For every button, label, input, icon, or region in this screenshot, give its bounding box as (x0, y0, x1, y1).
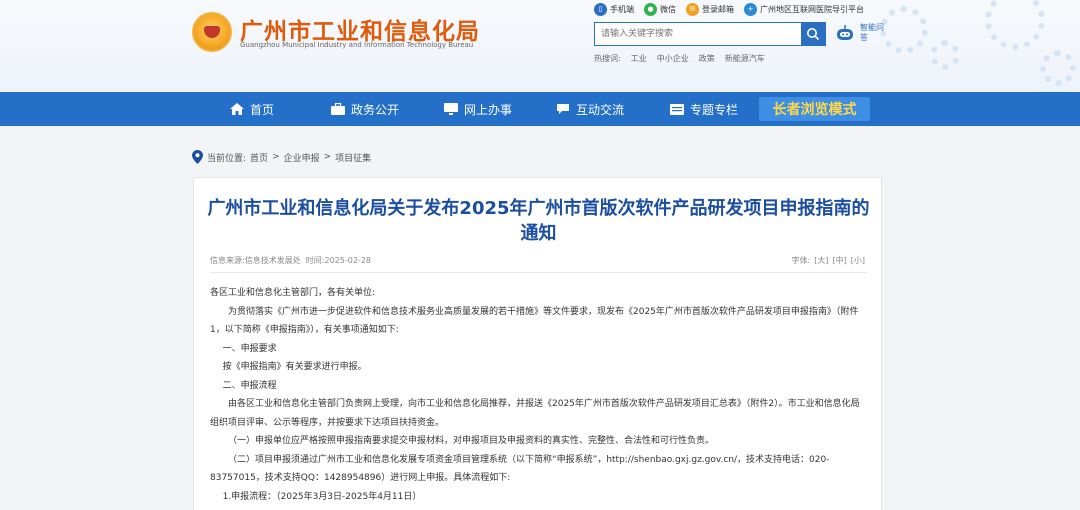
top-links: ▯ 手机端 ● 微信 ✉ 登录邮箱 + 广州地区互联网医院导引平台 (594, 0, 864, 18)
nav-gov-affairs[interactable]: 政务公开 (331, 92, 399, 126)
nav-interaction[interactable]: 互动交流 (556, 92, 624, 126)
hot-word[interactable]: 中小企业 (657, 53, 689, 64)
nav-home[interactable]: 首页 (230, 92, 274, 126)
section-heading: 一、申报要求 (222, 343, 277, 354)
article-meta: 信息来源:信息技术发展处 时间:2025-02-28 (210, 256, 372, 265)
divider (210, 272, 867, 273)
paragraph: （二）项目申报须通过广州市工业和信息化发展专项资金项目管理系统（以下简称“申报系… (210, 454, 830, 484)
paragraph: 各区工业和信息化主管部门，各有关单位: (210, 288, 376, 298)
gear-decoration (880, 6, 928, 54)
nav-online-service[interactable]: 网上办事 (444, 92, 512, 126)
breadcrumb-project-call[interactable]: 项目征集 (335, 151, 371, 164)
paragraph: 1.申报流程：（2025年3月3日-2025年4月11日） (222, 491, 422, 502)
gear-decoration (930, 40, 960, 70)
smart-qa-label[interactable]: 智能问答 (860, 23, 884, 43)
mobile-link[interactable]: ▯ 手机端 (594, 2, 634, 16)
site-header: 广州市工业和信息化局 Guangzhou Municipal Industry … (0, 0, 1080, 92)
hot-word[interactable]: 工业 (631, 53, 647, 64)
search-box (594, 22, 826, 46)
paragraph: 按《申报指南》有关要求进行申报。 (222, 362, 367, 372)
location-pin-icon (192, 150, 203, 164)
wechat-link[interactable]: ● 微信 (644, 2, 676, 16)
font-medium-button[interactable]: [中] (833, 255, 847, 266)
hospital-guide-link[interactable]: + 广州地区互联网医院导引平台 (744, 2, 864, 16)
nav-special-topics[interactable]: 专题专栏 (670, 92, 738, 126)
hot-word[interactable]: 新能源汽车 (725, 53, 765, 64)
email-link[interactable]: ✉ 登录邮箱 (686, 2, 734, 16)
wechat-icon: ● (644, 2, 657, 16)
breadcrumb: 当前位置: 首页 > 企业申报 > 项目征集 (192, 149, 371, 165)
paragraph: 为贯彻落实《广州市进一步促进软件和信息技术服务业高质量发展的若干措施》等文件要求… (210, 306, 859, 336)
search-button[interactable] (801, 23, 825, 45)
folder-icon (670, 104, 684, 115)
article-body: 各区工业和信息化主管部门，各有关单位: 为贯彻落实《广州市进一步促进软件和信息技… (210, 284, 866, 506)
breadcrumb-enterprise-apply[interactable]: 企业申报 (284, 151, 320, 164)
article-source: 信息技术发展处 (244, 256, 301, 265)
breadcrumb-home[interactable]: 首页 (250, 151, 268, 164)
paragraph: 由各区工业和信息化主管部门负责网上受理，向市工业和信息化局推荐，并报送《2025… (210, 399, 860, 428)
hot-word[interactable]: 政策 (699, 53, 715, 64)
monitor-icon (444, 103, 458, 115)
home-icon (230, 103, 244, 115)
font-size-switcher: 字体: [大] [中] [小] (791, 255, 865, 266)
gear-decoration (985, 0, 1045, 50)
briefcase-icon (331, 103, 345, 115)
search-icon (807, 28, 820, 41)
font-large-button[interactable]: [大] (814, 255, 828, 266)
section-heading: 二、申报流程 (222, 380, 277, 391)
paragraph: （一）申报单位应严格按照申报指南要求提交申报材料，对申报项目及申报资料的真实性、… (228, 436, 715, 446)
font-small-button[interactable]: [小] (851, 255, 865, 266)
site-title-en: Guangzhou Municipal Industry and Informa… (240, 41, 474, 49)
bureau-logo-icon[interactable] (192, 12, 232, 52)
robot-icon[interactable] (834, 24, 856, 44)
mail-icon: ✉ (686, 2, 699, 16)
gear-decoration (1040, 50, 1076, 86)
article-card: 广州市工业和信息化局关于发布2025年广州市首版次软件产品研发项目申报指南的通知… (193, 177, 882, 510)
hospital-icon: + (744, 2, 757, 16)
search-input[interactable] (595, 23, 801, 45)
chat-icon (557, 104, 569, 114)
article-date: 2025-02-28 (324, 256, 372, 265)
article-title: 广州市工业和信息化局关于发布2025年广州市首版次软件产品研发项目申报指南的通知 (207, 198, 870, 244)
phone-icon: ▯ (594, 2, 607, 16)
main-nav: 首页 政务公开 网上办事 互动交流 专题专栏 (0, 92, 1080, 126)
hot-search: 热搜词: 工业 中小企业 政策 新能源汽车 (594, 53, 765, 64)
elder-mode-button[interactable]: 长者浏览模式 (759, 97, 870, 121)
